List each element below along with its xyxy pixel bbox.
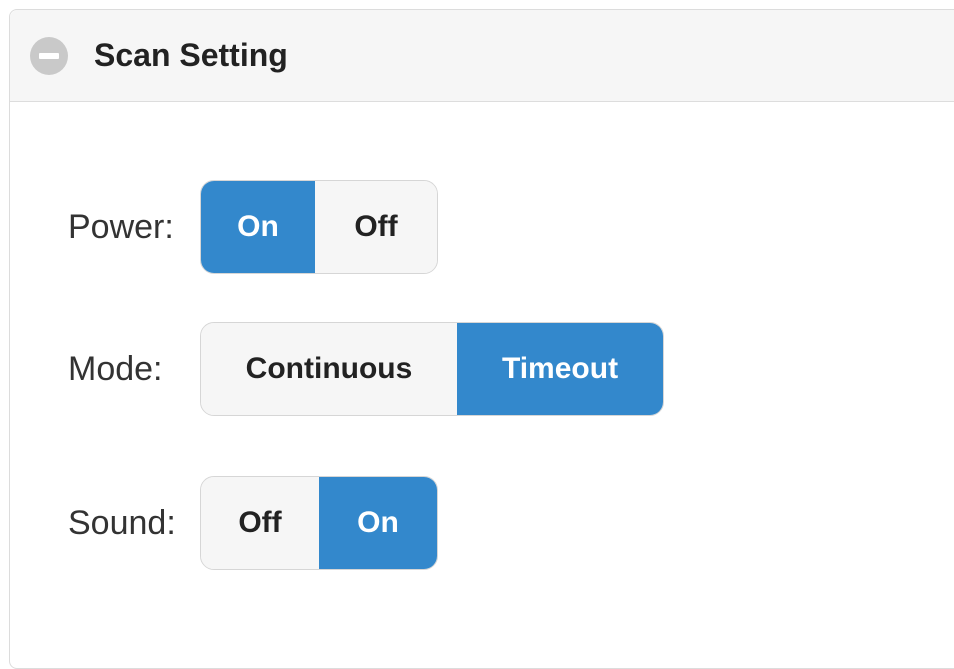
- power-off-button[interactable]: Off: [315, 181, 437, 273]
- minus-bar: [39, 52, 59, 59]
- power-on-button[interactable]: On: [201, 181, 315, 273]
- mode-label: Mode:: [68, 349, 163, 388]
- sound-on-button[interactable]: On: [319, 477, 437, 569]
- power-row: Power: On Off: [68, 180, 438, 274]
- power-toggle[interactable]: On Off: [200, 180, 438, 274]
- mode-toggle[interactable]: Continuous Timeout: [200, 322, 664, 416]
- sound-toggle[interactable]: Off On: [200, 476, 438, 570]
- mode-row: Mode: Continuous Timeout: [68, 322, 664, 416]
- power-label: Power:: [68, 207, 174, 246]
- minus-circle-icon[interactable]: [30, 36, 68, 75]
- sound-label: Sound:: [68, 503, 176, 542]
- mode-continuous-button[interactable]: Continuous: [201, 323, 457, 415]
- mode-timeout-button[interactable]: Timeout: [457, 323, 663, 415]
- panel-header[interactable]: Scan Setting: [10, 10, 954, 102]
- sound-row: Sound: Off On: [68, 476, 438, 570]
- sound-off-button[interactable]: Off: [201, 477, 319, 569]
- panel-title: Scan Setting: [94, 37, 288, 73]
